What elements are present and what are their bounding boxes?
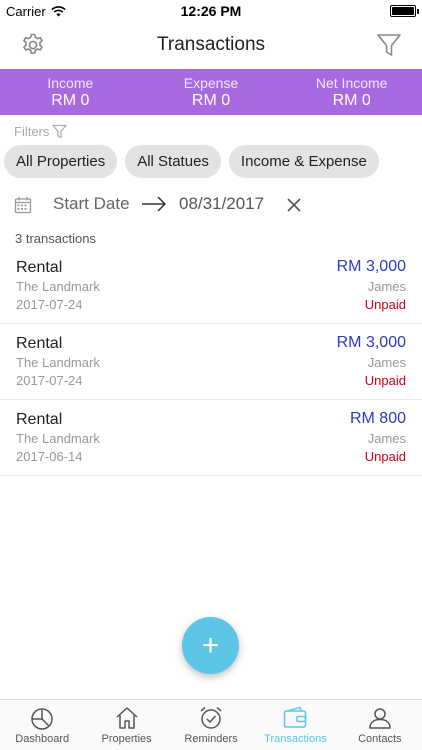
summary-value: RM 0 [51, 92, 90, 109]
transaction-status: Unpaid [364, 297, 406, 312]
summary-value: RM 0 [191, 92, 231, 109]
transaction-row[interactable]: Rental The Landmark 2017-06-14 RM 800 Ja… [0, 400, 422, 476]
transaction-amount: RM 3,000 [336, 334, 406, 351]
filter-icon [52, 124, 67, 139]
transaction-status: Unpaid [364, 449, 406, 464]
transaction-date: 2017-07-24 [16, 373, 83, 388]
alarm-clock-icon [200, 706, 222, 729]
tab-properties[interactable]: Properties [84, 700, 168, 750]
dashboard-icon [31, 708, 53, 730]
transaction-row[interactable]: Rental The Landmark 2017-07-24 RM 3,000 … [0, 324, 422, 400]
tab-label: Transactions [264, 733, 327, 745]
filters-text: Filters [14, 124, 50, 139]
transaction-amount: RM 800 [349, 410, 406, 427]
transaction-contact: James [367, 279, 406, 294]
property-filter-chip[interactable]: All Properties [4, 145, 118, 178]
transaction-name: Rental [16, 411, 63, 428]
home-icon [116, 707, 138, 729]
tab-label: Properties [101, 733, 152, 745]
add-transaction-button[interactable]: + [182, 617, 239, 674]
filter-icon [377, 34, 401, 56]
summary-bar: Income RM 0 Expense RM 0 Net Income RM 0 [0, 69, 422, 115]
status-time: 12:26 PM [180, 3, 242, 19]
filters-label: Filters [14, 124, 67, 139]
transaction-list: Rental The Landmark 2017-07-24 RM 3,000 … [0, 248, 422, 476]
tab-label: Dashboard [15, 733, 70, 745]
plus-icon: + [201, 628, 220, 662]
transaction-count: 3 transactions [15, 231, 96, 246]
date-range-row: Start Date 08/31/2017 [0, 188, 422, 220]
start-date-field[interactable]: Start Date [53, 194, 130, 214]
calendar-icon[interactable] [14, 196, 32, 214]
summary-label: Expense [183, 75, 239, 91]
transaction-property: The Landmark [16, 355, 100, 370]
tab-label: Reminders [184, 733, 238, 745]
nav-bar: Transactions [0, 22, 422, 69]
tab-contacts[interactable]: Contacts [338, 700, 422, 750]
transaction-property: The Landmark [16, 279, 100, 294]
tab-bar: Dashboard Properties Reminders Transacti… [0, 699, 422, 750]
type-filter-chip[interactable]: Income & Expense [228, 145, 379, 178]
filter-chips: All Properties All Statues Income & Expe… [4, 145, 379, 178]
summary-label: Income [47, 75, 94, 91]
tab-label: Contacts [358, 733, 402, 745]
status-bar: Carrier 12:26 PM [0, 0, 422, 22]
wallet-icon [284, 706, 307, 728]
tab-dashboard[interactable]: Dashboard [0, 700, 84, 750]
tab-transactions[interactable]: Transactions [253, 700, 337, 750]
battery-icon [390, 5, 419, 17]
net-income-summary: Net Income RM 0 [281, 69, 422, 115]
close-icon[interactable] [286, 197, 302, 213]
summary-value: RM 0 [332, 92, 371, 109]
status-filter-chip[interactable]: All Statues [125, 145, 221, 178]
transaction-contact: James [367, 355, 406, 370]
income-summary: Income RM 0 [0, 69, 141, 115]
transaction-name: Rental [16, 259, 63, 276]
transaction-status: Unpaid [364, 373, 406, 388]
expense-summary: Expense RM 0 [141, 69, 282, 115]
tab-reminders[interactable]: Reminders [169, 700, 253, 750]
person-icon [369, 708, 391, 729]
transaction-date: 2017-06-14 [16, 449, 83, 464]
end-date-field[interactable]: 08/31/2017 [179, 194, 264, 214]
transaction-row[interactable]: Rental The Landmark 2017-07-24 RM 3,000 … [0, 248, 422, 324]
transaction-property: The Landmark [16, 431, 100, 446]
transaction-name: Rental [16, 335, 63, 352]
summary-label: Net Income [315, 75, 388, 91]
arrow-right-icon [142, 196, 167, 212]
page-title: Transactions [156, 34, 266, 55]
transaction-contact: James [367, 431, 406, 446]
transaction-amount: RM 3,000 [336, 258, 406, 275]
transaction-date: 2017-07-24 [16, 297, 83, 312]
filter-button[interactable] [376, 32, 402, 58]
